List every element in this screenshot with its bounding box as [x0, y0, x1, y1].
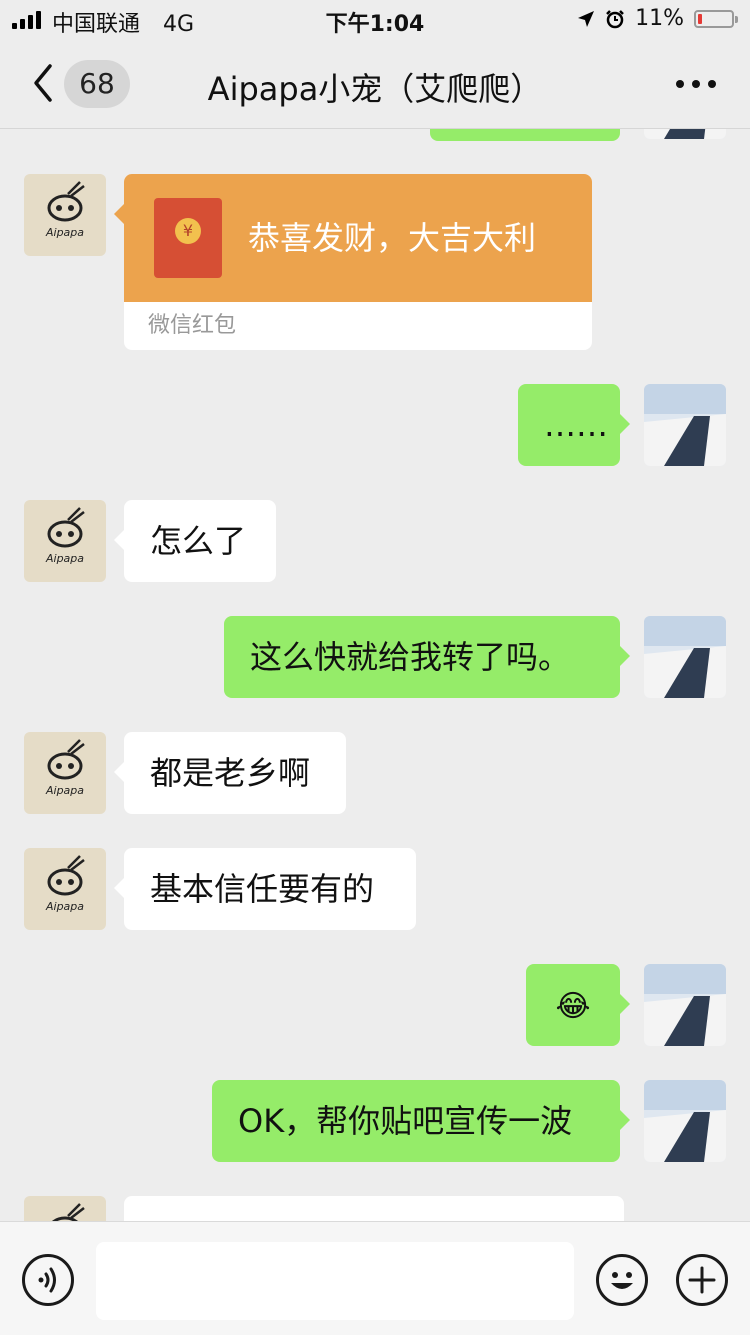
- carrier-label: 中国联通: [52, 12, 141, 37]
- more-icon[interactable]: [676, 80, 716, 88]
- avatar-aipapa[interactable]: Aipapa: [24, 848, 106, 930]
- message-bubble-partial[interactable]: [430, 129, 620, 141]
- message-bubble[interactable]: 基本信任要有的: [114, 848, 416, 930]
- message-bubble-emoji[interactable]: 😂: [526, 964, 630, 1046]
- avatar-aipapa[interactable]: Aipapa: [24, 732, 106, 814]
- avatar-label: Aipapa: [45, 552, 85, 565]
- avatar-label: Aipapa: [45, 784, 85, 797]
- avatar-self[interactable]: [644, 1080, 726, 1162]
- message-bubble[interactable]: 都是老乡啊: [114, 732, 346, 814]
- input-bar: [0, 1221, 750, 1335]
- network-label: 4G: [163, 12, 195, 37]
- red-packet-text: 恭喜发财，大吉大利: [248, 219, 537, 257]
- avatar-aipapa[interactable]: Aipapa: [24, 174, 106, 256]
- avatar-label: Aipapa: [45, 226, 85, 239]
- plus-icon[interactable]: [676, 1254, 728, 1306]
- message-bubble-partial[interactable]: [124, 1196, 624, 1221]
- battery-level: [698, 13, 702, 24]
- nav-bar: 68 Aipapa小宠（艾爬爬）: [0, 40, 750, 129]
- message-bubble[interactable]: ……: [518, 384, 630, 466]
- signal-icon: [12, 11, 41, 29]
- emoji-icon[interactable]: [596, 1254, 648, 1306]
- unread-count-badge[interactable]: 68: [64, 60, 130, 108]
- avatar-self[interactable]: [644, 129, 726, 139]
- yuan-coin-icon: ¥: [175, 218, 201, 244]
- chat-area[interactable]: Aipapa ¥ 恭喜发财，大吉大利 微信红包 …… Aipapa 怎么了 这么…: [0, 129, 750, 1221]
- avatar-self[interactable]: [644, 964, 726, 1046]
- chevron-left-icon[interactable]: [24, 58, 64, 108]
- red-packet-header: ¥ 恭喜发财，大吉大利: [124, 174, 592, 302]
- location-icon: [578, 10, 595, 27]
- red-packet-label: 微信红包: [148, 313, 237, 338]
- alarm-icon: [606, 9, 624, 28]
- message-bubble[interactable]: 怎么了: [114, 500, 276, 582]
- avatar-aipapa[interactable]: Aipapa: [24, 500, 106, 582]
- status-bar: 中国联通 4G 下午1:04 11%: [0, 0, 750, 40]
- battery-icon: [694, 9, 738, 28]
- message-bubble[interactable]: OK，帮你贴吧宣传一波: [212, 1080, 630, 1162]
- avatar-label: Aipapa: [45, 900, 85, 913]
- message-bubble[interactable]: 这么快就给我转了吗。: [224, 616, 630, 698]
- tears-of-joy-emoji: 😂: [555, 989, 591, 1024]
- voice-icon[interactable]: [22, 1254, 74, 1306]
- red-envelope-icon: ¥: [154, 198, 222, 278]
- battery-percent: 11%: [635, 6, 684, 31]
- avatar-self[interactable]: [644, 384, 726, 466]
- chat-title: Aipapa小宠（艾爬爬）: [207, 70, 543, 108]
- avatar-aipapa[interactable]: [24, 1196, 106, 1221]
- message-input[interactable]: [96, 1242, 574, 1320]
- avatar-self[interactable]: [644, 616, 726, 698]
- red-packet-message[interactable]: ¥ 恭喜发财，大吉大利 微信红包: [124, 174, 592, 350]
